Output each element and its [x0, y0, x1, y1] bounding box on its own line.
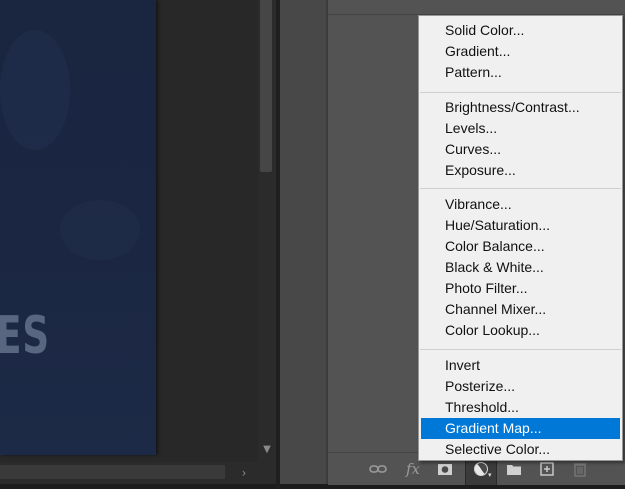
document-canvas[interactable]: ES — [0, 0, 156, 455]
link-layers-icon[interactable] — [367, 460, 389, 478]
caret-down-icon: ▾ — [488, 471, 492, 479]
menu-item-vibrance[interactable]: Vibrance... — [421, 194, 620, 215]
menu-item-selective-color[interactable]: Selective Color... — [421, 439, 620, 460]
collapsed-panel-dock — [280, 0, 326, 484]
canvas-text: ES — [0, 306, 50, 366]
canvas-shape — [60, 200, 140, 260]
panel-divider — [326, 0, 328, 484]
menu-item-invert[interactable]: Invert — [421, 355, 620, 376]
adjustment-layer-menu: Solid Color... Gradient... Pattern... Br… — [418, 15, 623, 461]
menu-item-black-white[interactable]: Black & White... — [421, 257, 620, 278]
menu-item-hue-saturation[interactable]: Hue/Saturation... — [421, 215, 620, 236]
vertical-scroll-thumb[interactable] — [260, 0, 272, 172]
menu-item-gradient[interactable]: Gradient... — [421, 41, 620, 62]
horizontal-scrollbar[interactable]: › — [0, 462, 276, 484]
scroll-right-arrow-icon[interactable]: › — [236, 462, 252, 484]
menu-item-levels[interactable]: Levels... — [421, 118, 620, 139]
menu-separator — [420, 188, 621, 189]
menu-item-exposure[interactable]: Exposure... — [421, 160, 620, 181]
menu-item-posterize[interactable]: Posterize... — [421, 376, 620, 397]
menu-item-color-balance[interactable]: Color Balance... — [421, 236, 620, 257]
menu-item-pattern[interactable]: Pattern... — [421, 62, 620, 83]
trash-icon[interactable] — [570, 460, 590, 478]
menu-item-photo-filter[interactable]: Photo Filter... — [421, 278, 620, 299]
new-layer-icon[interactable] — [537, 460, 557, 478]
menu-item-solid-color[interactable]: Solid Color... — [421, 20, 620, 41]
menu-item-color-lookup[interactable]: Color Lookup... — [421, 320, 620, 341]
menu-item-channel-mixer[interactable]: Channel Mixer... — [421, 299, 620, 320]
fx-icon[interactable]: fx — [402, 460, 424, 478]
menu-separator — [420, 349, 621, 350]
canvas-area[interactable]: ES — [0, 0, 258, 462]
vertical-scrollbar[interactable]: ▼ — [258, 0, 276, 462]
group-folder-icon[interactable] — [504, 460, 524, 478]
menu-item-gradient-map[interactable]: Gradient Map... — [421, 418, 620, 439]
menu-separator — [420, 92, 621, 93]
menu-item-brightness-contrast[interactable]: Brightness/Contrast... — [421, 97, 620, 118]
horizontal-scroll-thumb[interactable] — [0, 465, 225, 479]
menu-item-curves[interactable]: Curves... — [421, 139, 620, 160]
scroll-down-arrow-icon[interactable]: ▼ — [258, 440, 276, 460]
canvas-shape — [0, 30, 70, 150]
add-mask-icon[interactable] — [435, 460, 455, 478]
menu-item-threshold[interactable]: Threshold... — [421, 397, 620, 418]
